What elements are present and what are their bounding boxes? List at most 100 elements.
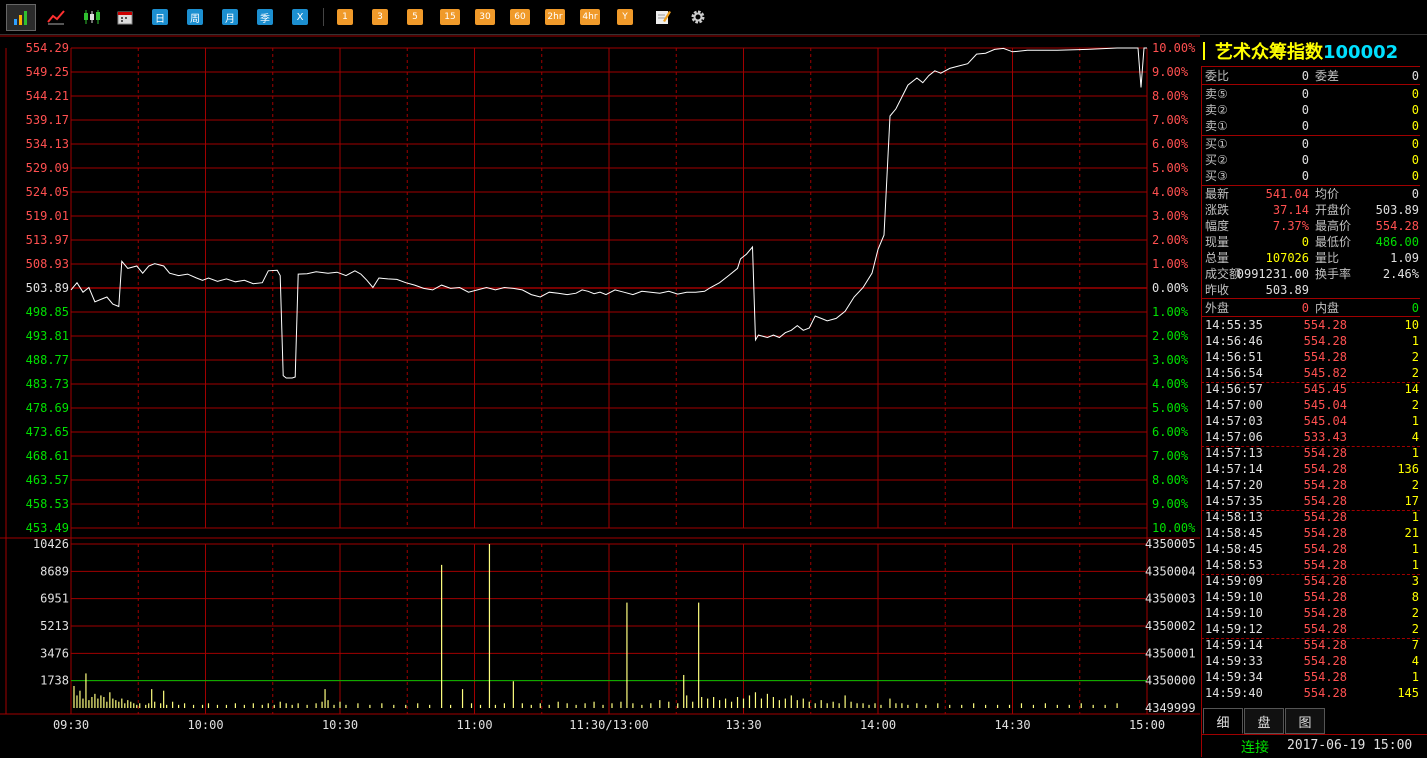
price-tick-label: 529.09 — [26, 161, 69, 175]
tick-price: 545.45 — [1303, 382, 1347, 396]
hour-4-button[interactable]: 4hr — [580, 9, 600, 25]
tick-volume: 136 — [1397, 462, 1419, 476]
pct-tick-label: 7.00% — [1152, 113, 1189, 127]
pct-tick-label: 4.00% — [1152, 185, 1189, 199]
period-season-button[interactable]: 季 — [257, 9, 273, 25]
sell-level-label: 卖② — [1205, 103, 1228, 117]
sell-level-price: 0 — [1301, 103, 1309, 117]
price-tick-label: 503.89 — [26, 281, 69, 295]
sell-level-price: 0 — [1301, 119, 1309, 133]
price-tick-label: 513.97 — [26, 233, 69, 247]
minute-60-button[interactable]: 60 — [510, 9, 530, 25]
tick-volume: 4 — [1411, 654, 1419, 668]
time-tick-label: 11:00 — [456, 718, 492, 732]
tick-volume: 2 — [1411, 366, 1419, 380]
stat-value: 503.89 — [1375, 203, 1419, 217]
buy-level-label: 买③ — [1205, 169, 1228, 183]
time-tick-label: 10:30 — [322, 718, 358, 732]
panel-tab[interactable]: 图 — [1285, 708, 1325, 734]
tick-volume: 17 — [1404, 494, 1419, 508]
gear-icon[interactable] — [687, 6, 709, 27]
stat-label: 幅度 — [1205, 219, 1230, 233]
stat-value: 37.14 — [1272, 203, 1309, 217]
pct-tick-label: 4.00% — [1152, 377, 1189, 391]
buy-level-label: 买② — [1205, 153, 1228, 167]
tick-price: 554.28 — [1303, 446, 1347, 460]
price-tick-label: 524.05 — [26, 185, 69, 199]
time-tick-label: 09:30 — [53, 718, 89, 732]
minute-5-button[interactable]: 5 — [407, 9, 423, 25]
weicha-label: 委差 — [1315, 69, 1340, 83]
tick-price: 554.28 — [1303, 558, 1347, 572]
price-tick-label: 534.13 — [26, 137, 69, 151]
price-tick-label: 463.57 — [26, 473, 69, 487]
year-button[interactable]: Y — [617, 9, 633, 25]
toolbar-divider — [323, 8, 324, 26]
tick-volume: 21 — [1404, 526, 1419, 540]
hour-2-button[interactable]: 2hr — [545, 9, 565, 25]
tick-time: 14:57:06 — [1205, 430, 1263, 444]
pct-tick-label: 1.00% — [1152, 257, 1189, 271]
pct-tick-label: 5.00% — [1152, 161, 1189, 175]
panel-tab[interactable]: 盘 — [1244, 708, 1284, 734]
price-tick-label: 468.61 — [26, 449, 69, 463]
buy-level-volume: 0 — [1411, 169, 1419, 183]
tick-price: 554.28 — [1303, 542, 1347, 556]
pct-tick-label: 0.00% — [1152, 281, 1189, 295]
weibi-value: 0 — [1301, 69, 1309, 83]
tick-price: 545.04 — [1303, 414, 1347, 428]
price-tick-label: 473.65 — [26, 425, 69, 439]
tick-time: 14:56:51 — [1205, 350, 1263, 364]
period-week-button[interactable]: 周 — [187, 9, 203, 25]
tick-volume: 3 — [1411, 574, 1419, 588]
minute-3-button[interactable]: 3 — [372, 9, 388, 25]
calendar-icon[interactable] — [114, 6, 136, 27]
tick-time: 14:59:14 — [1205, 638, 1263, 652]
period-day-button[interactable]: 日 — [152, 9, 168, 25]
instrument-name: 艺术众筹指数 — [1215, 42, 1323, 63]
stat-value: 0991231.00 — [1236, 267, 1309, 281]
pct-tick-label: 3.00% — [1152, 353, 1189, 367]
pct-tick-label: 6.00% — [1152, 425, 1189, 439]
tick-price: 554.28 — [1303, 318, 1347, 332]
pencil-icon[interactable] — [652, 6, 674, 27]
price-tick-label: 493.81 — [26, 329, 69, 343]
minute-1-button[interactable]: 1 — [337, 9, 353, 25]
stat-label: 量比 — [1315, 251, 1340, 265]
stat-value: 0 — [1301, 235, 1309, 249]
price-tick-label: 488.77 — [26, 353, 69, 367]
volume-tick-label: 1738 — [40, 674, 69, 688]
waipan-value: 0 — [1301, 301, 1309, 315]
panel-tab[interactable]: 细 — [1203, 708, 1243, 734]
tick-volume: 1 — [1411, 334, 1419, 348]
pct-tick-label: 9.00% — [1152, 65, 1189, 79]
panel-divider — [1201, 185, 1420, 186]
tick-time: 14:58:45 — [1205, 542, 1263, 556]
time-tick-label: 15:00 — [1129, 718, 1165, 732]
panel-divider — [1201, 298, 1420, 299]
stat-label: 昨收 — [1205, 283, 1230, 297]
pct-tick-label: 2.00% — [1152, 233, 1189, 247]
tick-price: 554.28 — [1303, 606, 1347, 620]
tick-time: 14:59:34 — [1205, 670, 1263, 684]
tick-time: 14:56:54 — [1205, 366, 1263, 380]
tick-price: 554.28 — [1303, 526, 1347, 540]
panel-divider — [1201, 84, 1420, 85]
minute-15-button[interactable]: 15 — [440, 9, 460, 25]
minute-30-button[interactable]: 30 — [475, 9, 495, 25]
intraday-chart[interactable]: 554.29 10.00% 549.25 9.00% 544.21 8.00% 539.17… — [0, 34, 1200, 757]
pct-tick-label: 1.00% — [1152, 305, 1189, 319]
weicha-value: 0 — [1411, 69, 1419, 83]
tick-volume: 2 — [1411, 606, 1419, 620]
line-chart-icon[interactable] — [44, 6, 68, 27]
stat-value: 486.00 — [1375, 235, 1419, 249]
period-month-button[interactable]: 月 — [222, 9, 238, 25]
volume-tick-label: 8689 — [40, 564, 69, 578]
stat-label: 换手率 — [1315, 267, 1352, 281]
tick-price: 554.28 — [1303, 670, 1347, 684]
bar-chart-icon[interactable] — [6, 4, 36, 31]
period-x-button[interactable]: X — [292, 9, 308, 25]
neipan-value: 0 — [1411, 301, 1419, 315]
candlestick-icon[interactable] — [80, 6, 104, 27]
tick-volume: 1 — [1411, 446, 1419, 460]
